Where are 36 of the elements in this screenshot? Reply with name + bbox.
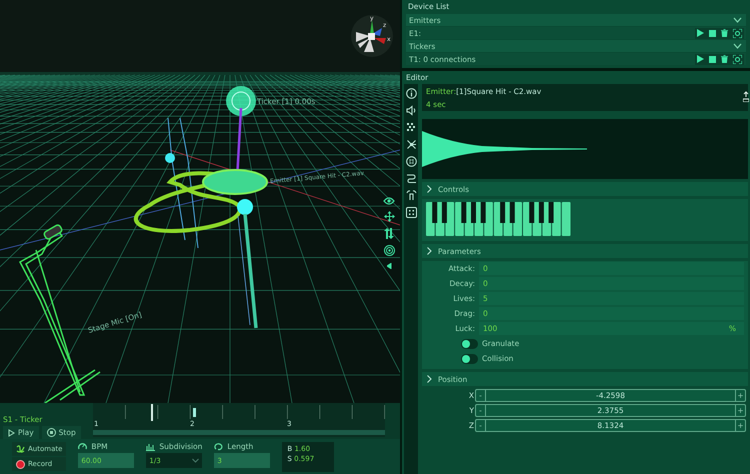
swap-arrows-icon[interactable]	[384, 228, 394, 239]
chevron-right-icon	[427, 185, 432, 193]
stop-icon[interactable]	[709, 56, 716, 62]
automation-curve-icon	[16, 444, 25, 454]
chevron-right-icon	[427, 247, 432, 255]
move-icon[interactable]	[384, 211, 394, 222]
chevron-right-icon	[427, 375, 432, 383]
focus-icon[interactable]	[733, 54, 742, 64]
dots-pattern-icon[interactable]	[406, 122, 416, 133]
play-icon	[8, 428, 15, 436]
play-icon[interactable]	[697, 55, 704, 63]
toggle-switch[interactable]	[461, 338, 478, 348]
target-icon[interactable]	[384, 245, 394, 256]
trash-icon[interactable]	[721, 29, 728, 37]
focus-icon[interactable]	[733, 28, 742, 38]
nodes-icon[interactable]	[406, 139, 416, 150]
eye-icon[interactable]	[383, 197, 395, 205]
piano-keyboard[interactable]	[426, 202, 572, 236]
gauge-icon	[78, 442, 88, 451]
stop-icon	[46, 428, 56, 437]
speaker-icon[interactable]	[406, 105, 416, 116]
keypad-icon[interactable]	[406, 207, 416, 218]
play-icon[interactable]	[697, 29, 704, 37]
record-icon	[16, 460, 25, 468]
info-icon[interactable]	[406, 88, 416, 99]
antenna-icon[interactable]	[406, 190, 416, 201]
route-icon[interactable]	[406, 173, 416, 184]
loop-icon	[214, 442, 224, 451]
trash-icon[interactable]	[721, 55, 728, 63]
grid-circle-icon[interactable]	[406, 156, 416, 167]
chevron-down-icon	[192, 458, 200, 463]
stop-icon[interactable]	[709, 30, 716, 36]
upload-icon[interactable]	[743, 91, 749, 102]
collapse-icon[interactable]	[386, 262, 392, 270]
toggle-switch[interactable]	[461, 354, 478, 364]
bar-chart-icon	[146, 442, 156, 451]
